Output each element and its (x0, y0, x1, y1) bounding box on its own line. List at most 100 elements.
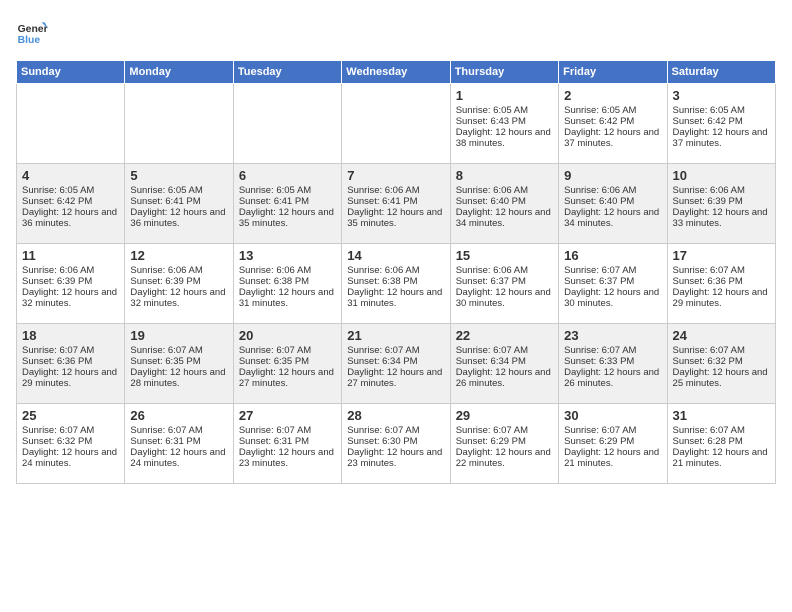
calendar-cell: 30Sunrise: 6:07 AMSunset: 6:29 PMDayligh… (559, 404, 667, 484)
day-number: 10 (673, 168, 770, 183)
sunrise-text: Sunrise: 6:05 AM (456, 105, 553, 116)
calendar-cell: 14Sunrise: 6:06 AMSunset: 6:38 PMDayligh… (342, 244, 450, 324)
sunset-text: Sunset: 6:34 PM (456, 356, 553, 367)
day-number: 13 (239, 248, 336, 263)
svg-text:Blue: Blue (18, 35, 41, 46)
daylight-text: Daylight: 12 hours and 22 minutes. (456, 447, 553, 469)
calendar-cell: 31Sunrise: 6:07 AMSunset: 6:28 PMDayligh… (667, 404, 775, 484)
calendar-cell: 2Sunrise: 6:05 AMSunset: 6:42 PMDaylight… (559, 84, 667, 164)
weekday-header: Monday (125, 61, 233, 84)
daylight-text: Daylight: 12 hours and 27 minutes. (239, 367, 336, 389)
svg-text:General: General (18, 24, 48, 35)
sunrise-text: Sunrise: 6:07 AM (564, 345, 661, 356)
day-number: 20 (239, 328, 336, 343)
sunset-text: Sunset: 6:38 PM (239, 276, 336, 287)
day-number: 29 (456, 408, 553, 423)
day-number: 18 (22, 328, 119, 343)
page-header: General Blue (16, 16, 776, 48)
daylight-text: Daylight: 12 hours and 36 minutes. (22, 207, 119, 229)
calendar-cell: 27Sunrise: 6:07 AMSunset: 6:31 PMDayligh… (233, 404, 341, 484)
calendar-cell: 20 Sunrise: 6:07 AMSunset: 6:35 PMDayligh… (233, 324, 341, 404)
calendar-cell: 24Sunrise: 6:07 AMSunset: 6:32 PMDayligh… (667, 324, 775, 404)
weekday-header: Thursday (450, 61, 558, 84)
daylight-text: Daylight: 12 hours and 35 minutes. (347, 207, 444, 229)
day-number: 28 (347, 408, 444, 423)
sunset-text: Sunset: 6:32 PM (673, 356, 770, 367)
calendar-cell: 18Sunrise: 6:07 AMSunset: 6:36 PMDayligh… (17, 324, 125, 404)
sunset-text: Sunset: 6:36 PM (22, 356, 119, 367)
sunset-text: Sunset: 6:40 PM (456, 196, 553, 207)
daylight-text: Daylight: 12 hours and 26 minutes. (564, 367, 661, 389)
daylight-text: Daylight: 12 hours and 30 minutes. (564, 287, 661, 309)
daylight-text: Daylight: 12 hours and 34 minutes. (456, 207, 553, 229)
daylight-text: Daylight: 12 hours and 36 minutes. (130, 207, 227, 229)
day-number: 23 (564, 328, 661, 343)
weekday-header-row: SundayMondayTuesdayWednesdayThursdayFrid… (17, 61, 776, 84)
calendar-week-row: 11Sunrise: 6:06 AMSunset: 6:39 PMDayligh… (17, 244, 776, 324)
daylight-text: Daylight: 12 hours and 29 minutes. (673, 287, 770, 309)
calendar-cell: 8Sunrise: 6:06 AMSunset: 6:40 PMDaylight… (450, 164, 558, 244)
day-number: 14 (347, 248, 444, 263)
calendar-cell: 3Sunrise: 6:05 AMSunset: 6:42 PMDaylight… (667, 84, 775, 164)
day-number: 3 (673, 88, 770, 103)
day-number: 22 (456, 328, 553, 343)
sunrise-text: Sunrise: 6:07 AM (456, 425, 553, 436)
daylight-text: Daylight: 12 hours and 24 minutes. (22, 447, 119, 469)
day-number: 15 (456, 248, 553, 263)
day-number: 7 (347, 168, 444, 183)
sunrise-text: Sunrise: 6:06 AM (22, 265, 119, 276)
day-number: 2 (564, 88, 661, 103)
daylight-text: Daylight: 12 hours and 31 minutes. (347, 287, 444, 309)
sunrise-text: Sunrise: 6:07 AM (130, 345, 227, 356)
calendar-cell (342, 84, 450, 164)
daylight-text: Daylight: 12 hours and 31 minutes. (239, 287, 336, 309)
sunset-text: Sunset: 6:34 PM (347, 356, 444, 367)
sunset-text: Sunset: 6:28 PM (673, 436, 770, 447)
sunrise-text: Sunrise: 6:07 AM (564, 425, 661, 436)
day-number: 31 (673, 408, 770, 423)
daylight-text: Daylight: 12 hours and 23 minutes. (347, 447, 444, 469)
daylight-text: Daylight: 12 hours and 32 minutes. (22, 287, 119, 309)
sunset-text: Sunset: 6:39 PM (22, 276, 119, 287)
daylight-text: Daylight: 12 hours and 34 minutes. (564, 207, 661, 229)
sunset-text: Sunset: 6:30 PM (347, 436, 444, 447)
daylight-text: Daylight: 12 hours and 32 minutes. (130, 287, 227, 309)
sunset-text: Sunset: 6:41 PM (347, 196, 444, 207)
calendar-cell: 9Sunrise: 6:06 AMSunset: 6:40 PMDaylight… (559, 164, 667, 244)
sunrise-text: Sunrise: 6:07 AM (22, 425, 119, 436)
sunset-text: Sunset: 6:37 PM (564, 276, 661, 287)
daylight-text: Daylight: 12 hours and 33 minutes. (673, 207, 770, 229)
sunset-text: Sunset: 6:43 PM (456, 116, 553, 127)
calendar-cell: 7Sunrise: 6:06 AMSunset: 6:41 PMDaylight… (342, 164, 450, 244)
weekday-header: Saturday (667, 61, 775, 84)
calendar-table: SundayMondayTuesdayWednesdayThursdayFrid… (16, 60, 776, 484)
day-number: 24 (673, 328, 770, 343)
sunrise-text: Sunrise: 6:07 AM (347, 425, 444, 436)
day-number: 8 (456, 168, 553, 183)
daylight-text: Daylight: 12 hours and 29 minutes. (22, 367, 119, 389)
daylight-text: Daylight: 12 hours and 35 minutes. (239, 207, 336, 229)
sunset-text: Sunset: 6:35 PM (239, 356, 336, 367)
day-number: 11 (22, 248, 119, 263)
sunset-text: Sunset: 6:35 PM (130, 356, 227, 367)
sunset-text: Sunset: 6:31 PM (239, 436, 336, 447)
daylight-text: Daylight: 12 hours and 27 minutes. (347, 367, 444, 389)
daylight-text: Daylight: 12 hours and 37 minutes. (564, 127, 661, 149)
sunrise-text: Sunrise: 6:07 AM (239, 345, 336, 356)
day-number: 12 (130, 248, 227, 263)
calendar-cell: 11 Sunrise: 6:06 AMSunset: 6:39 PMDayligh… (17, 244, 125, 324)
sunset-text: Sunset: 6:31 PM (130, 436, 227, 447)
sunset-text: Sunset: 6:36 PM (673, 276, 770, 287)
daylight-text: Daylight: 12 hours and 25 minutes. (673, 367, 770, 389)
sunrise-text: Sunrise: 6:06 AM (130, 265, 227, 276)
sunrise-text: Sunrise: 6:05 AM (673, 105, 770, 116)
logo-icon: General Blue (16, 16, 48, 48)
calendar-cell: 21Sunrise: 6:07 AMSunset: 6:34 PMDayligh… (342, 324, 450, 404)
calendar-cell: 17Sunrise: 6:07 AMSunset: 6:36 PMDayligh… (667, 244, 775, 324)
day-number: 5 (130, 168, 227, 183)
calendar-cell: 12Sunrise: 6:06 AMSunset: 6:39 PMDayligh… (125, 244, 233, 324)
calendar-cell (233, 84, 341, 164)
calendar-cell: 25Sunrise: 6:07 AMSunset: 6:32 PMDayligh… (17, 404, 125, 484)
weekday-header: Tuesday (233, 61, 341, 84)
sunrise-text: Sunrise: 6:05 AM (130, 185, 227, 196)
